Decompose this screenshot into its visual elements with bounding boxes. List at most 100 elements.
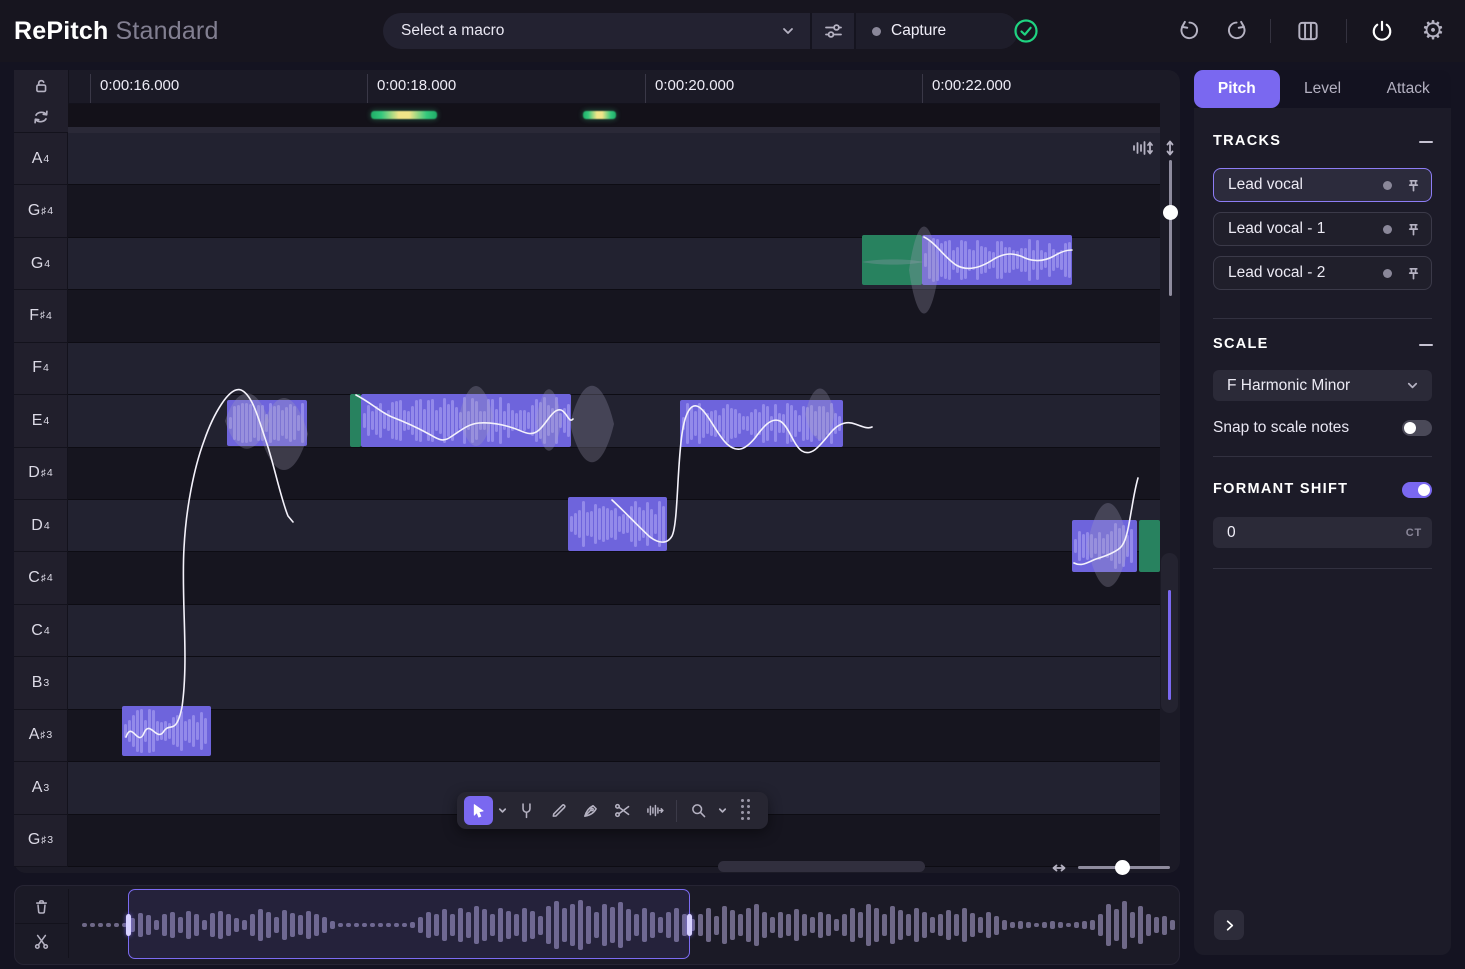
toolbar-drag-handle[interactable] <box>732 796 761 825</box>
overview-selection[interactable] <box>128 889 690 959</box>
waveform-tool-button[interactable] <box>640 796 669 825</box>
note-waveform-bar <box>1020 248 1023 272</box>
delete-button[interactable] <box>15 889 69 924</box>
note-label-B3: B3 <box>14 657 68 709</box>
settings-gear-button[interactable]: ⚙ <box>1419 17 1447 45</box>
tracks-collapse-button[interactable] <box>1419 141 1433 143</box>
note-block[interactable] <box>568 497 667 551</box>
pencil-tool-button[interactable] <box>544 796 573 825</box>
loop-strip[interactable] <box>68 104 1160 127</box>
vertical-waveform-zoom-icon[interactable] <box>1130 138 1156 158</box>
panel-next-button[interactable] <box>1214 910 1244 940</box>
zoom-tool-chevron[interactable] <box>716 796 729 825</box>
tab-pitch[interactable]: Pitch <box>1194 70 1280 108</box>
track-status-dot <box>1383 269 1392 278</box>
vertical-scroll-arrows-icon[interactable] <box>1161 138 1179 158</box>
formant-shift-input[interactable]: 0 CT <box>1213 517 1432 548</box>
overview-bar <box>1114 909 1119 941</box>
track-item[interactable]: Lead vocal - 1 <box>1213 212 1432 246</box>
note-waveform-bar <box>176 715 179 747</box>
pen-tool-button[interactable] <box>576 796 605 825</box>
note-waveform-bar <box>830 403 833 444</box>
scale-value: F Harmonic Minor <box>1227 377 1350 395</box>
scissors-tool-button[interactable] <box>608 796 637 825</box>
note-waveform-bar <box>770 416 773 431</box>
track-item[interactable]: Lead vocal <box>1213 168 1432 202</box>
loop-marker[interactable] <box>371 111 437 119</box>
overview-bar <box>1074 922 1079 928</box>
horizontal-scrollbar[interactable] <box>718 861 925 872</box>
note-waveform-bar <box>1036 240 1039 279</box>
tab-attack[interactable]: Attack <box>1365 70 1451 108</box>
note-waveform-bar <box>132 715 135 747</box>
note-waveform-bar <box>196 722 199 740</box>
capture-button[interactable]: Capture <box>856 13 1018 49</box>
track-pin-icon[interactable] <box>1406 178 1421 193</box>
note-waveform-bar <box>590 511 593 537</box>
macro-select[interactable]: Select a macro <box>383 13 810 49</box>
note-waveform-bar <box>475 401 478 441</box>
overview-bar <box>866 904 871 946</box>
note-waveform-bar <box>1126 535 1129 557</box>
snap-to-scale-toggle[interactable] <box>1402 420 1432 436</box>
undo-button[interactable] <box>1175 17 1203 45</box>
brand-name: RePitch <box>14 17 108 46</box>
note-waveform-bar <box>439 407 442 433</box>
note-block[interactable] <box>227 400 307 446</box>
zoom-tool-button[interactable] <box>684 796 713 825</box>
vertical-zoom-slider-thumb[interactable] <box>1163 205 1178 220</box>
note-block[interactable] <box>862 235 1072 285</box>
edit-toolbar <box>457 792 768 829</box>
repitch-window: RePitch Standard Select a macro <box>0 0 1465 969</box>
overview-bar <box>1010 922 1015 928</box>
select-tool-button[interactable] <box>464 796 493 825</box>
power-button[interactable] <box>1368 17 1396 45</box>
note-waveform-bar <box>1064 243 1067 276</box>
selection-right-handle[interactable] <box>687 914 692 936</box>
selection-left-handle[interactable] <box>126 914 131 936</box>
note-waveform-bar <box>395 401 398 440</box>
note-waveform-bar <box>738 413 741 434</box>
lock-button[interactable] <box>14 70 69 102</box>
macro-sliders-button[interactable] <box>812 13 854 49</box>
note-waveform-bar <box>610 510 613 538</box>
vertical-zoom-slider-track[interactable] <box>1169 160 1172 296</box>
pitch-grid[interactable] <box>68 133 1160 867</box>
note-label-Cs4: C♯4 <box>14 552 68 604</box>
timeline-ruler[interactable]: 0:00:16.0000:00:18.0000:00:20.0000:00:22… <box>68 70 1160 104</box>
note-waveform-bar <box>618 516 621 531</box>
tuning-fork-tool-button[interactable] <box>512 796 541 825</box>
note-waveform-bar <box>245 403 248 442</box>
cut-button[interactable] <box>15 924 69 958</box>
note-block[interactable] <box>1072 520 1160 572</box>
note-waveform-bar <box>786 403 789 444</box>
scale-dropdown[interactable]: F Harmonic Minor <box>1213 370 1432 401</box>
note-waveform-bar <box>992 252 995 269</box>
note-waveform-bar <box>654 514 657 535</box>
horizontal-zoom-slider-thumb[interactable] <box>1115 860 1130 875</box>
note-block[interactable] <box>122 706 211 756</box>
scale-collapse-button[interactable] <box>1419 344 1433 346</box>
track-pin-icon[interactable] <box>1406 266 1421 281</box>
panel-divider <box>1213 318 1432 319</box>
note-block[interactable] <box>350 394 571 447</box>
track-pin-icon[interactable] <box>1406 222 1421 237</box>
note-waveform-bar <box>940 243 943 277</box>
tab-level[interactable]: Level <box>1280 70 1366 108</box>
overview-bar <box>714 916 719 935</box>
status-check-icon <box>1012 17 1040 45</box>
note-block[interactable] <box>680 400 843 447</box>
redo-button[interactable] <box>1223 17 1251 45</box>
note-waveform-bar <box>249 404 252 441</box>
loop-marker[interactable] <box>583 111 616 119</box>
vertical-scrollbar-thumb[interactable] <box>1168 590 1171 700</box>
overview-bar <box>962 908 967 942</box>
loop-button[interactable] <box>14 101 69 133</box>
formant-shift-toggle[interactable] <box>1402 482 1432 498</box>
note-waveform-bar <box>301 403 304 444</box>
select-tool-chevron[interactable] <box>496 796 509 825</box>
note-waveform-bar <box>559 413 562 428</box>
overview-bar <box>818 912 823 939</box>
layout-columns-button[interactable] <box>1294 17 1322 45</box>
track-item[interactable]: Lead vocal - 2 <box>1213 256 1432 290</box>
